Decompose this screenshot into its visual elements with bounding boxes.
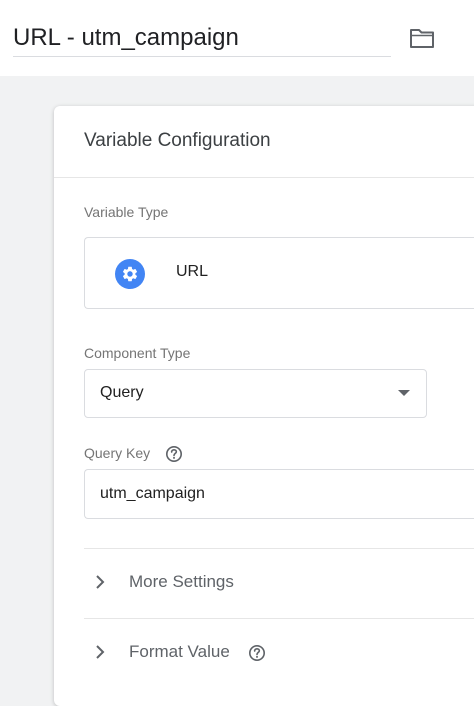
- section-divider: [84, 618, 474, 619]
- component-type-value: Query: [100, 384, 144, 401]
- more-settings-toggle[interactable]: More Settings: [84, 562, 474, 602]
- card-title: Variable Configuration: [84, 130, 271, 151]
- query-key-label: Query Key: [84, 445, 151, 461]
- variable-name-input[interactable]: URL - utm_campaign: [13, 20, 391, 57]
- help-icon[interactable]: [248, 644, 266, 662]
- dropdown-arrow-icon: [398, 390, 410, 396]
- variable-header: URL - utm_campaign: [0, 0, 474, 76]
- more-settings-label: More Settings: [129, 572, 234, 591]
- format-value-toggle[interactable]: Format Value: [84, 632, 474, 672]
- help-icon[interactable]: [165, 445, 183, 463]
- chevron-right-icon: [96, 645, 105, 659]
- variable-type-label: Variable Type: [84, 204, 169, 220]
- gear-icon: [122, 266, 138, 282]
- query-key-input[interactable]: utm_campaign: [84, 469, 474, 519]
- chevron-right-icon: [96, 575, 105, 589]
- component-type-label: Component Type: [84, 345, 191, 361]
- variable-type-selector[interactable]: URL: [84, 237, 474, 309]
- query-key-value: utm_campaign: [100, 485, 205, 502]
- format-value-label: Format Value: [129, 642, 230, 661]
- component-type-select[interactable]: Query: [84, 369, 427, 418]
- card-divider: [54, 177, 474, 178]
- folder-button[interactable]: [408, 24, 436, 52]
- variable-type-name: URL: [176, 263, 209, 280]
- variable-configuration-card: Variable Configuration Variable Type URL…: [54, 106, 474, 706]
- folder-icon: [410, 29, 434, 48]
- variable-type-icon-badge: [115, 259, 145, 289]
- section-divider: [84, 548, 474, 549]
